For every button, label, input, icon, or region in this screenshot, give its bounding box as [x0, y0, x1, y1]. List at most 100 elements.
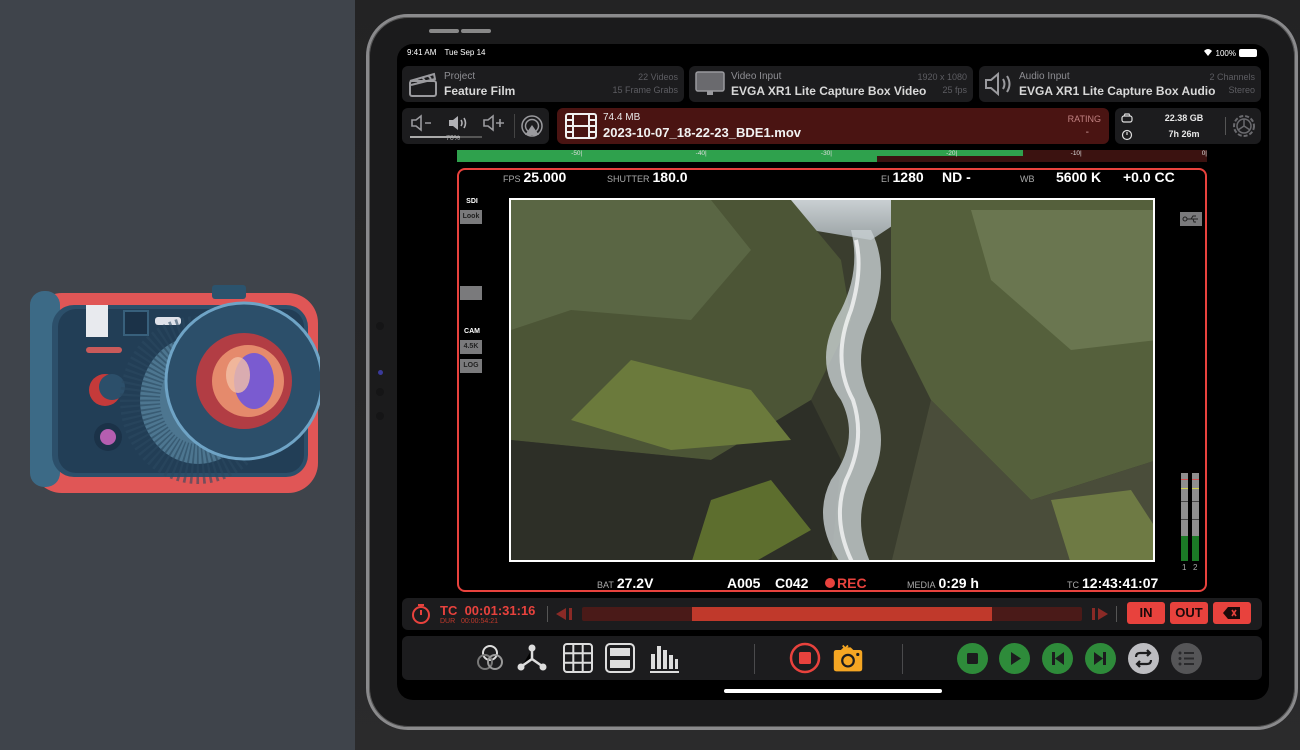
wb-label: WB	[1020, 174, 1035, 184]
airplay-icon[interactable]	[520, 114, 544, 138]
step-forward-icon[interactable]	[1090, 607, 1110, 621]
left-panel	[0, 0, 355, 750]
vectorscope-icon[interactable]	[516, 642, 548, 674]
home-indicator[interactable]	[724, 689, 942, 693]
ipad-camera	[378, 370, 383, 375]
video-resolution: 1920 x 1080	[917, 72, 967, 82]
storage-free: 22.38 GB	[1164, 113, 1204, 123]
clear-marks-button[interactable]	[1213, 602, 1251, 624]
meter-tick: -40|	[695, 150, 707, 157]
meter-tick: 0|	[1201, 150, 1207, 157]
usb-icon	[1182, 215, 1198, 223]
rating-value[interactable]: -	[1086, 127, 1089, 138]
usb-source-button[interactable]	[1180, 212, 1202, 226]
project-card[interactable]: Project Feature Film 22 Videos 15 Frame …	[402, 66, 684, 102]
rec-dot-icon	[825, 578, 835, 588]
meter-tick: -20|	[946, 150, 958, 157]
speaker-icon	[985, 71, 1011, 97]
recording-indicator: REC	[825, 575, 867, 591]
storage-card: 22.38 GB 7h 26m	[1115, 108, 1261, 144]
stop-icon	[967, 653, 978, 664]
playback-timecode: TC 00:01:31:16	[440, 603, 536, 618]
status-time: 9:41 AM	[407, 48, 437, 57]
sdi-label: SDI	[466, 198, 478, 205]
battery-voltage-readout: BAT 27.2V	[597, 575, 654, 591]
recording-time-left: 7h 26m	[1168, 129, 1200, 139]
play-button[interactable]	[999, 643, 1030, 674]
meter-tick: -30|	[820, 150, 832, 157]
meter-mark-red	[1181, 479, 1188, 480]
color-channels-icon[interactable]	[474, 642, 506, 674]
clip-duration: DUR 00:00:54:21	[440, 618, 498, 625]
audio-meter-fill	[1192, 536, 1199, 561]
current-clip-card[interactable]: 74.4 MB 2023-10-07_18-22-23_BDE1.mov RAT…	[557, 108, 1109, 144]
timeline-scrubber[interactable]	[582, 607, 1082, 621]
audio-level-meter: -50| -40| -30| -20| -10| 0|	[457, 150, 1207, 163]
ipad-sensor	[376, 388, 384, 396]
fps-readout: FPS 25.000	[503, 169, 567, 185]
sdi-look-button[interactable]: Look	[460, 210, 482, 224]
audio-input-label: Audio Input	[1019, 71, 1070, 82]
volume-down-icon[interactable]	[410, 114, 434, 132]
video-input-card[interactable]: Video Input EVGA XR1 Lite Capture Box Vi…	[689, 66, 973, 102]
meter-mark-red	[1192, 479, 1199, 480]
divider	[1116, 606, 1117, 622]
meter-mark	[1192, 501, 1199, 502]
project-name: Feature Film	[444, 84, 516, 98]
audio-meter-fill	[1181, 536, 1188, 561]
audio-meter-label: 1	[1182, 563, 1187, 572]
monitor-icon	[695, 71, 725, 95]
stopwatch-icon[interactable]	[410, 603, 432, 625]
list-icon	[1178, 651, 1194, 666]
volume-up-icon[interactable]	[482, 114, 506, 132]
meter-mark-yellow	[1181, 488, 1188, 489]
skip-forward-icon	[1094, 652, 1106, 665]
settings-gear-icon[interactable]	[1231, 113, 1257, 139]
cam-resolution-button[interactable]: 4.5K	[460, 340, 482, 354]
blank-toggle-button[interactable]	[460, 286, 482, 300]
clip-file-size: 74.4 MB	[603, 112, 641, 123]
timecode-transport-bar: TC 00:01:31:16 DUR 00:00:54:21 IN OUT	[402, 598, 1262, 630]
audio-input-card[interactable]: Audio Input EVGA XR1 Lite Capture Box Au…	[979, 66, 1261, 102]
mark-in-button[interactable]: IN	[1127, 602, 1165, 624]
battery-percent: 100%	[1215, 48, 1236, 58]
volume-card: 70%	[402, 108, 549, 144]
grid-overlay-icon[interactable]	[562, 642, 594, 674]
rating-label: RATING	[1067, 114, 1101, 124]
ipad-sensor	[376, 322, 384, 330]
stop-playback-button[interactable]	[957, 643, 988, 674]
stop-recording-button[interactable]	[789, 642, 821, 674]
bottom-toolbar	[402, 636, 1262, 680]
skip-back-icon	[1052, 652, 1064, 665]
nd-readout: ND -	[942, 169, 971, 185]
wifi-icon	[1203, 48, 1213, 58]
step-back-icon[interactable]	[554, 607, 574, 621]
clip-list-button[interactable]	[1171, 643, 1202, 674]
audio-mode: Stereo	[1228, 85, 1255, 95]
loop-button[interactable]	[1128, 643, 1159, 674]
color-correction-readout: +0.0 CC	[1123, 169, 1175, 185]
shutter-readout: SHUTTER 180.0	[607, 169, 688, 185]
audio-meter-label: 2	[1193, 563, 1198, 572]
previous-clip-button[interactable]	[1042, 643, 1073, 674]
meter-mark	[1181, 501, 1188, 502]
mark-out-button[interactable]: OUT	[1170, 602, 1208, 624]
loop-icon	[1134, 649, 1153, 668]
histogram-icon[interactable]	[648, 642, 680, 674]
meter-channel-bottom	[457, 156, 1207, 162]
reel-readout: A005	[727, 575, 761, 591]
frame-grab-camera-button[interactable]	[832, 642, 864, 674]
cam-label: CAM	[464, 328, 480, 335]
audio-channels: 2 Channels	[1209, 72, 1255, 82]
delete-backspace-icon	[1223, 607, 1240, 619]
project-label: Project	[444, 71, 476, 82]
cam-log-button[interactable]: LOG	[460, 359, 482, 373]
video-input-device: EVGA XR1 Lite Capture Box Video	[731, 84, 927, 98]
frame-guides-icon[interactable]	[604, 642, 636, 674]
project-video-count: 22 Videos	[638, 72, 678, 82]
next-clip-button[interactable]	[1085, 643, 1116, 674]
drive-icon	[1121, 113, 1133, 123]
live-video-feed	[509, 198, 1155, 562]
divider	[514, 114, 515, 138]
volume-mute-toggle-icon[interactable]	[447, 114, 471, 132]
